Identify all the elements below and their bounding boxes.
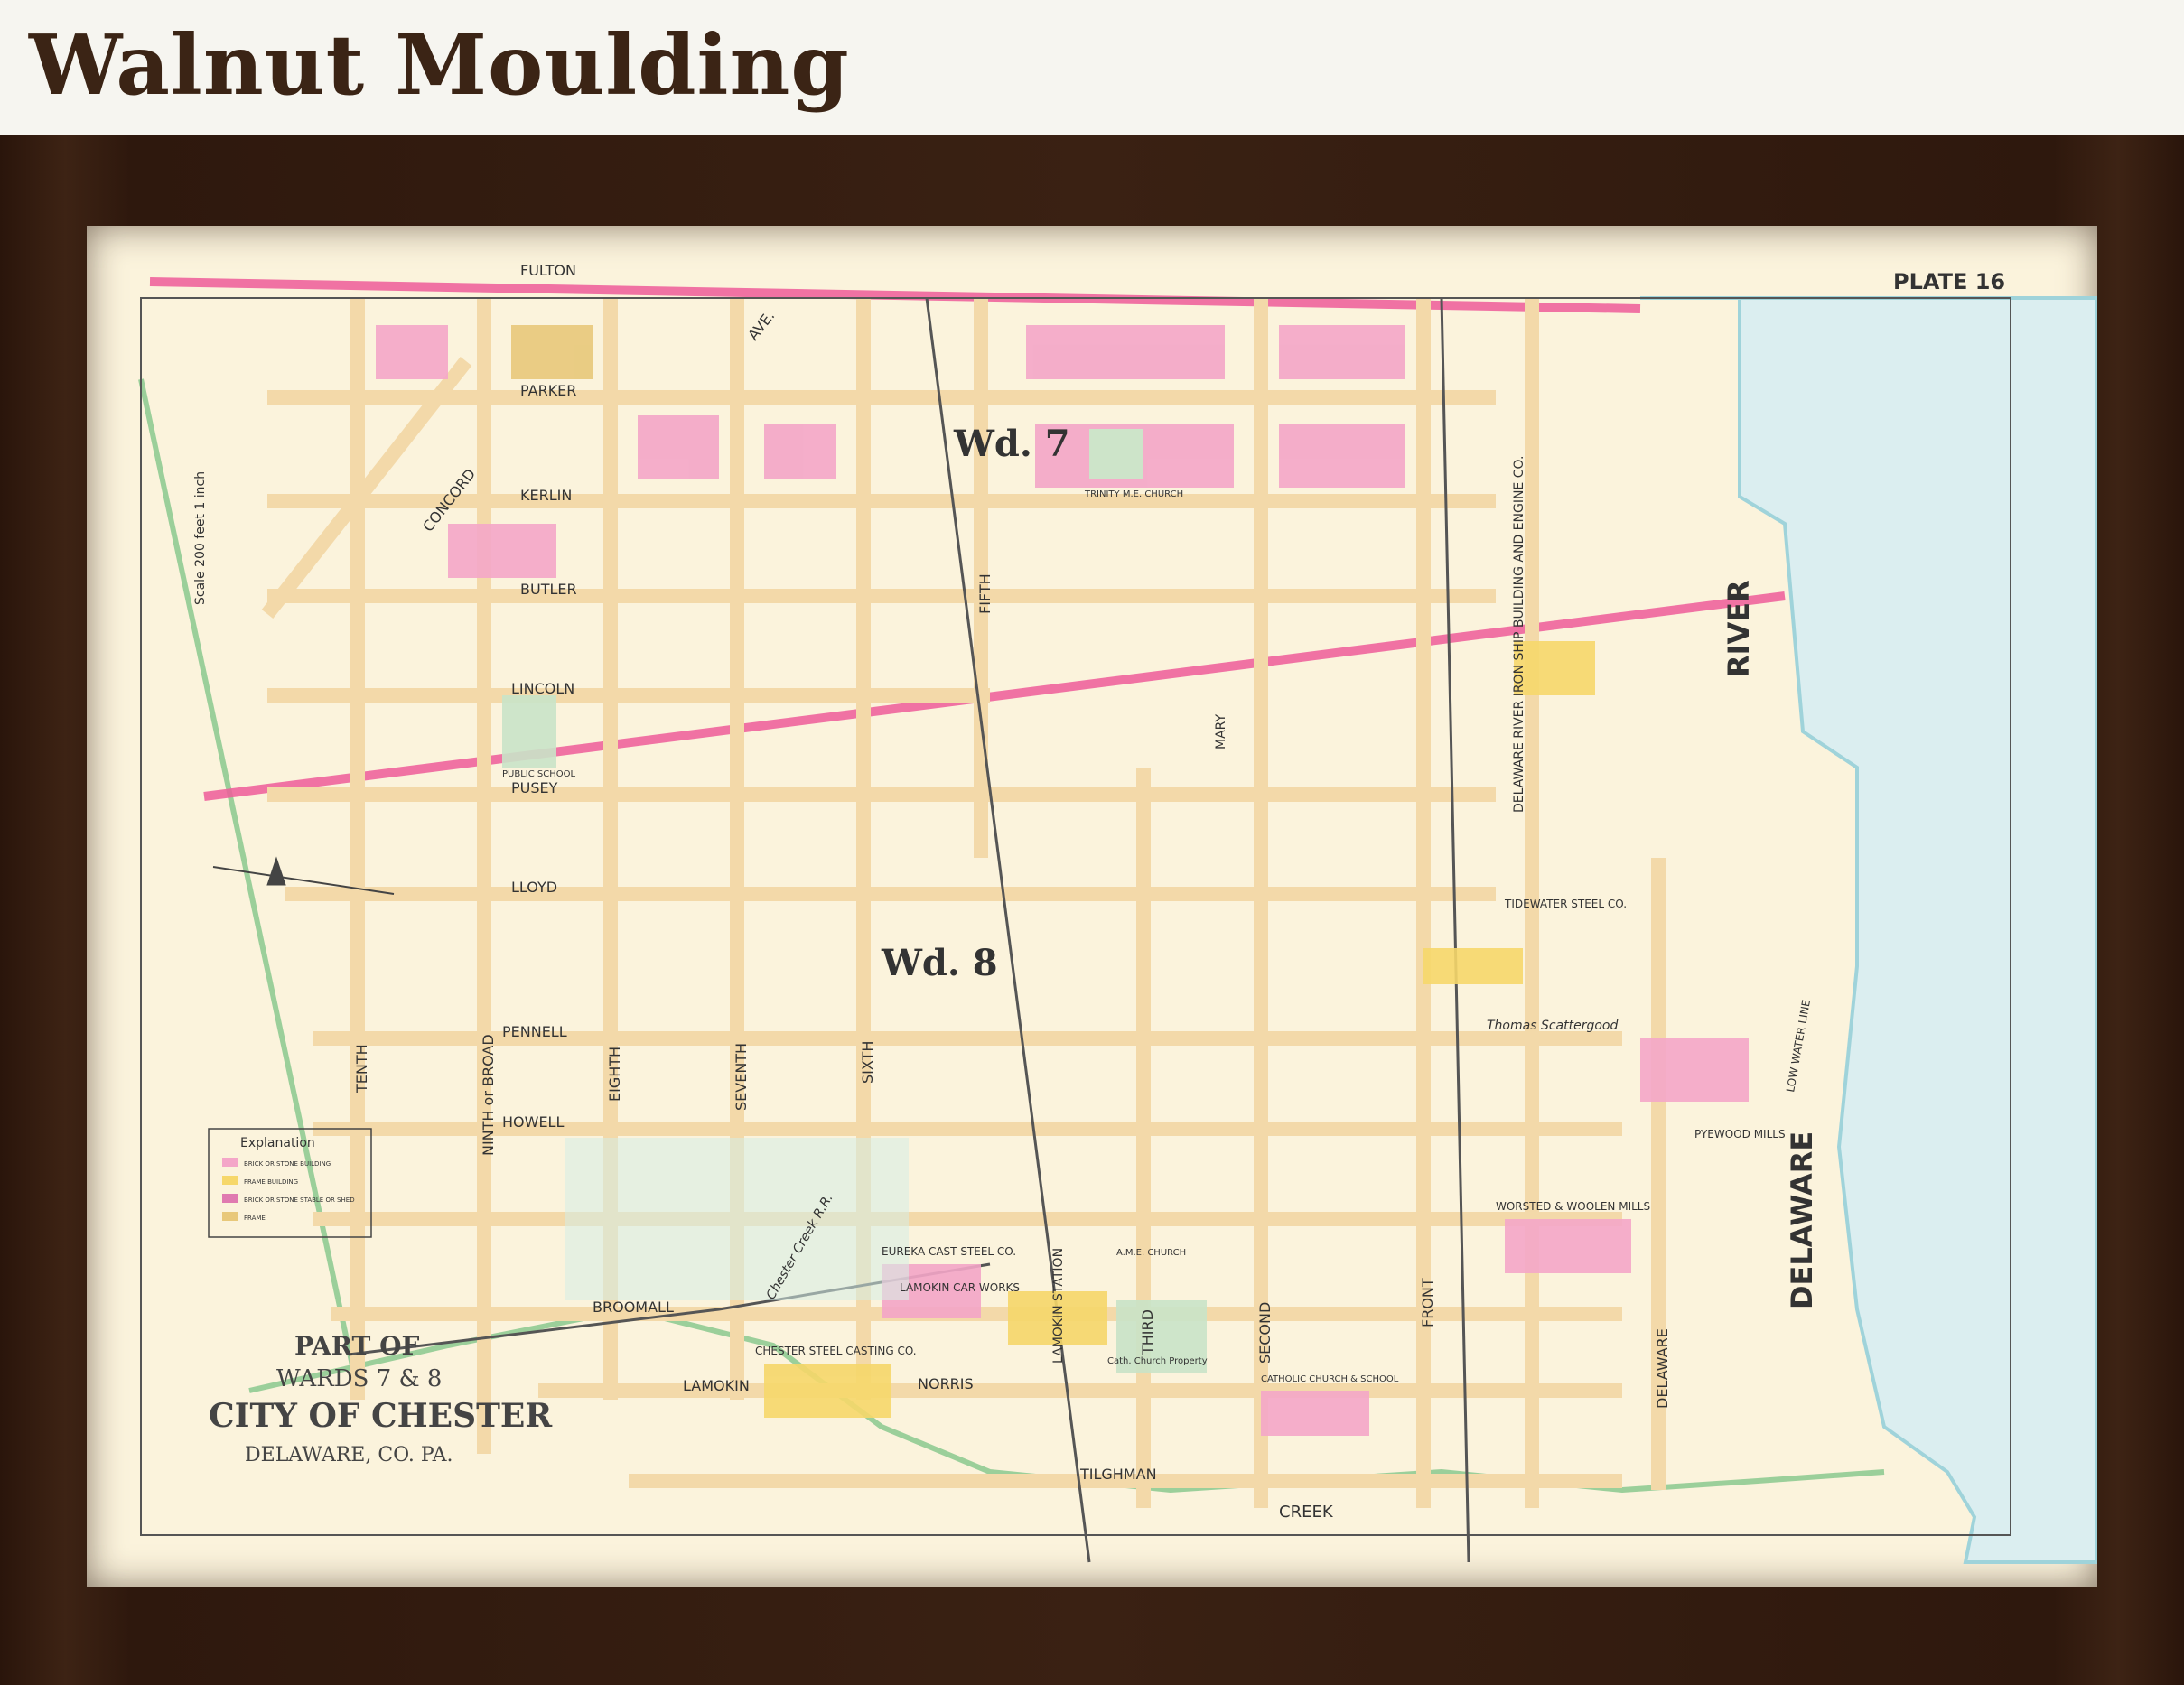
label-tidewater: TIDEWATER STEEL CO. (1504, 898, 1627, 910)
title-city: CITY OF CHESTER (209, 1397, 553, 1435)
label-public-school: PUBLIC SCHOOL (502, 769, 575, 779)
street-label-parker: PARKER (520, 382, 576, 399)
label-ame-church: A.M.E. CHURCH (1116, 1248, 1186, 1258)
street-label-ninth: NINTH or BROAD (480, 1034, 497, 1156)
street-label-norris: NORRIS (918, 1375, 974, 1392)
street-label-howell: HOWELL (502, 1113, 564, 1131)
street-label-lamokin-station: LAMOKIN STATION (1051, 1248, 1066, 1364)
legend-title: Explanation (240, 1136, 315, 1150)
label-ship-building: DELAWARE RIVER IRON SHIP BUILDING AND EN… (1512, 456, 1526, 813)
ward-8-label: Wd. 8 (881, 942, 998, 984)
plate-label: PLATE 16 (1893, 269, 2005, 294)
label-eureka: EUREKA CAST STEEL CO. (882, 1245, 1016, 1258)
page-header: Walnut Moulding (0, 0, 2184, 134)
label-woolen-mills: WORSTED & WOOLEN MILLS (1496, 1200, 1650, 1213)
street-label-seventh: SEVENTH (733, 1043, 750, 1111)
street-label-second: SECOND (1256, 1302, 1274, 1364)
scale-label: Scale 200 feet 1 inch (193, 471, 208, 605)
street-label-front: FRONT (1419, 1278, 1436, 1327)
street-label-pusey: PUSEY (511, 779, 558, 796)
legend-item: FRAME BUILDING (244, 1178, 298, 1186)
product-title: Walnut Moulding (29, 16, 850, 114)
label-trinity-church: TRINITY M.E. CHURCH (1084, 489, 1183, 499)
title-wards: WARDS 7 & 8 (276, 1365, 442, 1392)
street-label-delaware: DELAWARE (1654, 1328, 1671, 1409)
label-scattergood: Thomas Scattergood (1487, 1019, 1618, 1033)
legend-item: BRICK OR STONE STABLE OR SHED (244, 1196, 355, 1204)
street-label-sixth: SIXTH (859, 1041, 876, 1084)
lamokin-label: LAMOKIN (683, 1377, 750, 1394)
map-title-block: PART OF WARDS 7 & 8 CITY OF CHESTER DELA… (209, 1331, 553, 1466)
street-label-lincoln: LINCOLN (511, 680, 574, 697)
street-label-kerlin: KERLIN (520, 487, 572, 504)
map-print[interactable]: PLATE 16 Scale 200 feet 1 inch Wd. 7 Wd.… (87, 226, 2097, 1587)
walnut-frame: PLATE 16 Scale 200 feet 1 inch Wd. 7 Wd.… (0, 135, 2184, 1685)
label-chester-steel: CHESTER STEEL CASTING CO. (755, 1345, 917, 1357)
street-label-lloyd: LLOYD (511, 879, 557, 896)
label-low-water-line: LOW WATER LINE (1784, 999, 1813, 1094)
street-label-third: THIRD (1139, 1309, 1156, 1355)
street-label-tilghman: TILGHMAN (1079, 1466, 1157, 1483)
delaware-river-area (1640, 296, 2097, 1564)
street-label-eighth: EIGHTH (606, 1047, 623, 1102)
title-part-of: PART OF (294, 1331, 419, 1361)
street-label-tenth: TENTH (353, 1044, 370, 1094)
street-label-mary: MARY (1214, 714, 1228, 749)
delaware-label: DELAWARE (1785, 1131, 1819, 1309)
street-label-broomall: BROOMALL (593, 1299, 674, 1316)
legend-item: BRICK OR STONE BUILDING (244, 1160, 331, 1168)
river-label: RIVER (1722, 580, 1756, 677)
creek-label: CREEK (1279, 1503, 1334, 1522)
label-catholic-church: CATHOLIC CHURCH & SCHOOL (1261, 1374, 1399, 1384)
ward-7-label: Wd. 7 (953, 423, 1070, 465)
title-county: DELAWARE, CO. PA. (245, 1444, 453, 1466)
legend-item: FRAME (244, 1215, 266, 1222)
street-label-pennell: PENNELL (502, 1023, 567, 1040)
street-label-fifth: FIFTH (976, 573, 994, 614)
map-canvas: PLATE 16 Scale 200 feet 1 inch Wd. 7 Wd.… (138, 262, 2097, 1564)
label-pyewood-mills: PYEWOOD MILLS (1694, 1128, 1786, 1140)
label-cath-church-property: Cath. Church Property (1107, 1356, 1208, 1366)
street-label-fulton: FULTON (520, 262, 576, 279)
street-label-ave: AVE. (744, 307, 778, 343)
street-label-butler: BUTLER (520, 581, 577, 598)
label-lamokin-car-works: LAMOKIN CAR WORKS (900, 1281, 1020, 1294)
